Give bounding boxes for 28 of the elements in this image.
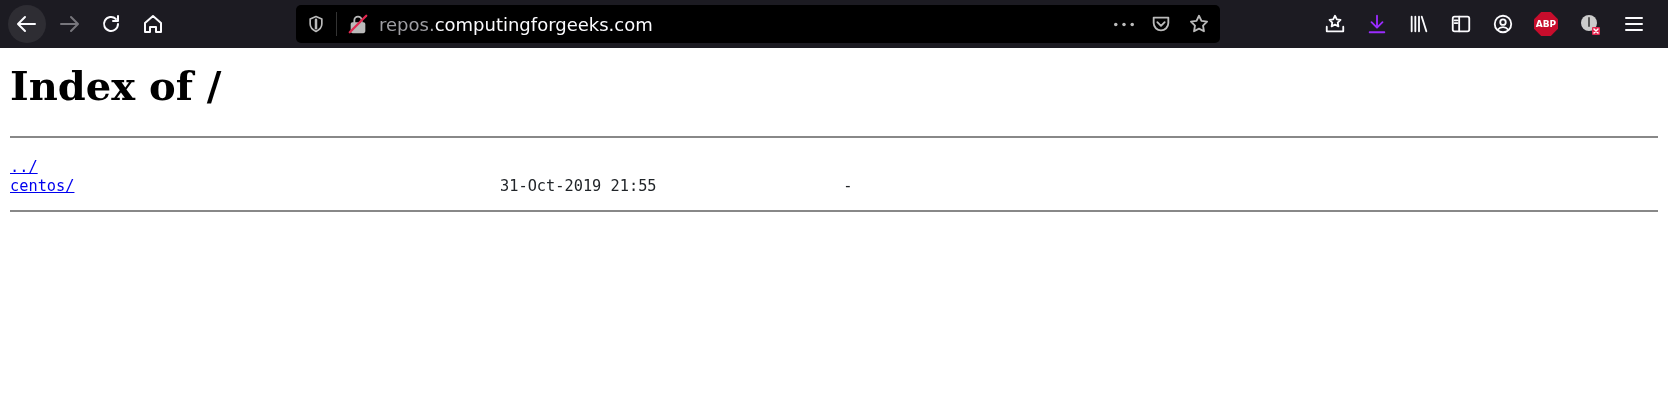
account-icon <box>1492 13 1514 35</box>
download-icon <box>1366 13 1388 35</box>
whats-new-button[interactable] <box>1324 13 1346 35</box>
modified-date: 31-Oct-2019 21:55 <box>500 177 657 196</box>
directory-link[interactable]: ../ <box>10 158 38 176</box>
more-actions-button[interactable] <box>1114 21 1134 27</box>
downloads-button[interactable] <box>1366 13 1388 35</box>
star-icon <box>1188 13 1210 35</box>
bookmark-button[interactable] <box>1188 13 1210 35</box>
adblock-button[interactable]: ABP <box>1534 12 1558 36</box>
back-button[interactable] <box>8 5 46 43</box>
page-heading: Index of / <box>10 62 223 110</box>
url-text: repos.computingforgeeks.com <box>379 12 653 37</box>
extension-button[interactable] <box>1578 12 1602 36</box>
insecure-lock-icon <box>347 13 369 35</box>
star-tray-icon <box>1324 13 1346 35</box>
file-size: - <box>843 177 853 195</box>
shield-icon <box>306 14 326 34</box>
sidebar-icon <box>1450 13 1472 35</box>
dots-icon <box>1114 21 1134 27</box>
library-icon <box>1408 13 1430 35</box>
directory-link[interactable]: centos/ <box>10 177 75 195</box>
sidebar-button[interactable] <box>1450 13 1472 35</box>
account-button[interactable] <box>1492 13 1514 35</box>
home-icon <box>141 12 165 36</box>
library-button[interactable] <box>1408 13 1430 35</box>
address-bar[interactable]: repos.computingforgeeks.com <box>296 5 1220 43</box>
puzzle-error-icon <box>1578 12 1602 36</box>
